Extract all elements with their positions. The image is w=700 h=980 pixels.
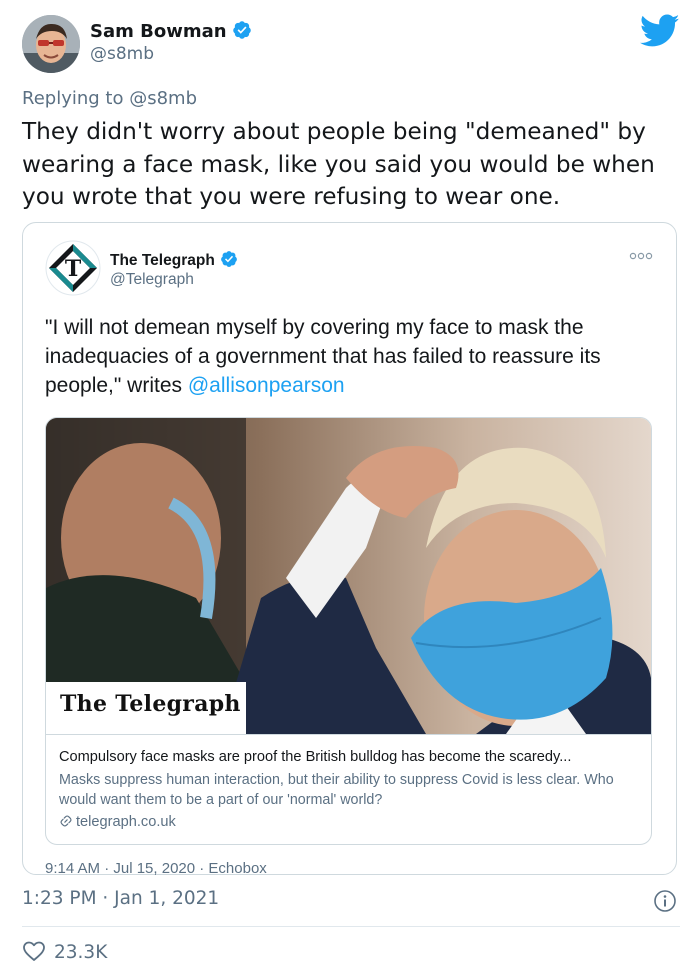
link-card-description: Masks suppress human interaction, but th… [59,772,614,808]
quoted-tweet-meta[interactable]: 9:14 AM · Jul 15, 2020 · Echobox [45,860,267,877]
author-name-text: Sam Bowman [90,21,227,42]
quoted-author-name[interactable]: The Telegraph [110,250,238,270]
quoted-tweet-text: "I will not demean myself by covering my… [45,313,645,400]
mention-link[interactable]: @allisonpearson [188,374,345,397]
divider [22,926,680,927]
brand-strip: The Telegraph [46,682,246,734]
info-icon[interactable] [653,889,677,913]
link-card-title: Compulsory face masks are proof the Brit… [59,749,572,765]
twitter-bird-icon[interactable] [640,14,680,48]
tweet-timestamp[interactable]: 1:23 PM · Jan 1, 2021 [22,888,219,909]
tweet-text: They didn't worry about people being "de… [22,118,655,210]
verified-badge-icon [232,21,251,39]
link-card-domain: telegraph.co.uk [59,812,638,832]
like-count: 23.3K [54,942,108,963]
link-card-info[interactable]: Compulsory face masks are proof the Brit… [46,734,651,844]
replying-prefix: Replying to [22,88,130,109]
avatar[interactable] [22,15,80,73]
logo-letter: T [65,256,82,282]
author-name[interactable]: Sam Bowman [90,20,252,42]
replying-to-link[interactable]: @s8mb [129,88,197,109]
heart-icon [23,941,45,961]
link-card-domain-text: telegraph.co.uk [76,814,176,830]
quoted-author-name-text: The Telegraph [110,252,215,269]
author-handle[interactable]: @s8mb [90,44,154,64]
link-icon [60,815,72,827]
telegraph-logo-avatar[interactable]: T [45,240,101,296]
replying-to: Replying to @s8mb [22,88,197,109]
brand-wordmark: The Telegraph [60,691,241,717]
verified-badge-icon [220,251,237,267]
avatar-image [22,15,80,73]
link-preview-card[interactable]: The Telegraph Compulsory face masks are … [45,417,652,845]
more-dots-icon[interactable] [629,251,653,261]
like-button[interactable]: 23.3K [22,940,107,963]
quoted-author-handle[interactable]: @Telegraph [110,271,194,289]
